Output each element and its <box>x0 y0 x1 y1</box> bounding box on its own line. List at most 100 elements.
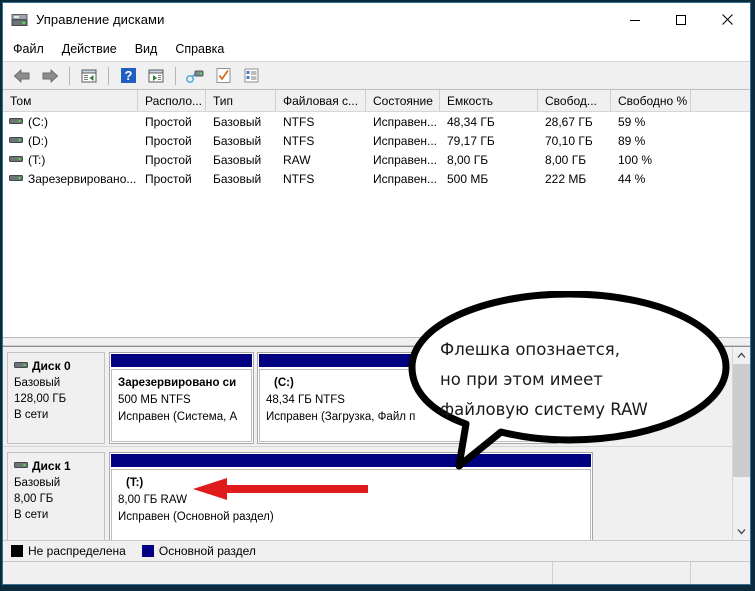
column-header-layout[interactable]: Располо... <box>138 90 206 111</box>
cell-free: 8,00 ГБ <box>545 152 587 167</box>
legend-swatch-unallocated <box>11 545 23 557</box>
column-header-capacity[interactable]: Емкость <box>440 90 538 111</box>
menu-item-view[interactable]: Вид <box>135 40 168 58</box>
status-cell-1 <box>3 562 553 584</box>
status-cell-3 <box>691 562 750 584</box>
partition-details: (T:) 8,00 ГБ RAW Исправен (Основной разд… <box>111 469 591 540</box>
partition-color-bar <box>111 454 591 467</box>
volume-icon <box>9 115 23 129</box>
properties-icon[interactable] <box>210 64 236 87</box>
cell-filesystem: NTFS <box>283 133 315 148</box>
cell-volume-label: (T:) <box>28 152 46 167</box>
partition-status: Исправен (Основной раздел) <box>118 511 274 523</box>
cell-capacity: 79,17 ГБ <box>447 133 495 148</box>
disk-info-0[interactable]: Диск 0 Базовый 128,00 ГБ В сети <box>7 352 105 444</box>
cell-volume-label: (D:) <box>28 133 48 148</box>
column-header-volume[interactable]: Том <box>3 90 138 111</box>
status-cell-2 <box>553 562 691 584</box>
forward-arrow-icon[interactable] <box>37 64 63 87</box>
disk-management-icon <box>11 11 28 28</box>
menu-bar: Файл Действие Вид Справка <box>3 36 750 61</box>
show-hide-console-tree-icon[interactable] <box>143 64 169 87</box>
callout-line-1: Флешка опознается, <box>440 340 620 359</box>
disk-icon <box>14 358 28 374</box>
cell-type: Базовый <box>213 133 262 148</box>
cell-free-percent: 89 % <box>618 133 646 148</box>
table-row[interactable]: (D:) Простой Базовый NTFS Исправен... 79… <box>3 131 750 150</box>
disk-title-0: Диск 0 <box>14 358 98 374</box>
column-header-free[interactable]: Свобод... <box>538 90 611 111</box>
cell-status: Исправен... <box>373 171 438 186</box>
scrollbar-thumb[interactable] <box>733 364 750 477</box>
up-one-level-icon[interactable] <box>76 64 102 87</box>
column-header-status[interactable]: Состояние <box>366 90 440 111</box>
partition-t-drive[interactable]: (T:) 8,00 ГБ RAW Исправен (Основной разд… <box>109 452 593 540</box>
rescan-disks-icon[interactable] <box>182 64 208 87</box>
column-header-filler[interactable] <box>691 90 750 111</box>
cell-filesystem: NTFS <box>283 114 315 129</box>
cell-status: Исправен... <box>373 152 438 167</box>
cell-free: 222 МБ <box>545 171 587 186</box>
cell-type: Базовый <box>213 114 262 129</box>
window-title: Управление дисками <box>36 12 165 27</box>
cell-free: 28,67 ГБ <box>545 114 593 129</box>
disk-type-0: Базовый <box>14 377 61 389</box>
menu-item-file[interactable]: Файл <box>13 40 54 58</box>
cell-free: 70,10 ГБ <box>545 133 593 148</box>
partition-system-reserved[interactable]: Зарезервировано си 500 МБ NTFS Исправен … <box>109 352 254 444</box>
minimize-icon[interactable] <box>612 3 658 36</box>
scrollbar-track[interactable] <box>733 364 750 523</box>
disk-info-1[interactable]: Диск 1 Базовый 8,00 ГБ В сети <box>7 452 105 540</box>
legend-item-unallocated: Не распределена <box>11 544 126 558</box>
cell-free-percent: 59 % <box>618 114 646 129</box>
disk-type-1: Базовый <box>14 477 61 489</box>
cell-status: Исправен... <box>373 133 438 148</box>
cell-layout: Простой <box>145 171 192 186</box>
volume-list-header: Том Располо... Тип Файловая с... Состоян… <box>3 90 750 112</box>
table-row[interactable]: Зарезервировано... Простой Базовый NTFS … <box>3 169 750 188</box>
partition-size-fs: 8,00 ГБ RAW <box>118 494 187 506</box>
cell-capacity: 8,00 ГБ <box>447 152 489 167</box>
cell-free-percent: 100 % <box>618 152 653 167</box>
disk-icon <box>14 458 28 474</box>
window-controls <box>612 3 750 36</box>
column-header-free-percent[interactable]: Свободно % <box>611 90 691 111</box>
cell-volume: (C:) <box>3 115 138 129</box>
menu-item-help[interactable]: Справка <box>175 40 234 58</box>
maximize-icon[interactable] <box>658 3 704 36</box>
disk-status-1: В сети <box>14 509 49 521</box>
disk-status-0: В сети <box>14 409 49 421</box>
disk-title-1: Диск 1 <box>14 458 98 474</box>
disk-partitions-1: (T:) 8,00 ГБ RAW Исправен (Основной разд… <box>105 452 728 540</box>
legend-item-primary-partition: Основной раздел <box>141 544 256 558</box>
cell-type: Базовый <box>213 171 262 186</box>
table-row[interactable]: (C:) Простой Базовый NTFS Исправен... 48… <box>3 112 750 131</box>
volume-list-body: (C:) Простой Базовый NTFS Исправен... 48… <box>3 112 750 336</box>
partition-label: Зарезервировано си <box>118 377 237 389</box>
partition-details: Зарезервировано си 500 МБ NTFS Исправен … <box>111 369 252 442</box>
cell-capacity: 500 МБ <box>447 171 489 186</box>
callout-text: Флешка опознается, но при этом имеет фай… <box>440 335 705 425</box>
volume-icon <box>9 134 23 148</box>
scroll-up-arrow-icon[interactable] <box>733 347 750 364</box>
toolbar-separator <box>69 66 70 85</box>
volume-list-pane: Том Располо... Тип Файловая с... Состоян… <box>3 90 750 337</box>
list-view-icon[interactable] <box>238 64 264 87</box>
cell-layout: Простой <box>145 133 192 148</box>
cell-free-percent: 44 % <box>618 171 646 186</box>
disk-name-1: Диск 1 <box>32 459 71 473</box>
close-icon[interactable] <box>704 3 750 36</box>
legend: Не распределена Основной раздел <box>3 540 750 561</box>
toolbar: ? <box>3 61 750 90</box>
scroll-down-arrow-icon[interactable] <box>733 523 750 540</box>
partition-status: Исправен (Система, А <box>118 411 238 423</box>
graphical-view-scrollbar[interactable] <box>732 347 750 540</box>
table-row[interactable]: (T:) Простой Базовый RAW Исправен... 8,0… <box>3 150 750 169</box>
volume-icon <box>9 172 23 186</box>
menu-item-action[interactable]: Действие <box>62 40 127 58</box>
column-header-type[interactable]: Тип <box>206 90 276 111</box>
back-arrow-icon[interactable] <box>9 64 35 87</box>
help-icon[interactable]: ? <box>115 64 141 87</box>
column-header-filesystem[interactable]: Файловая с... <box>276 90 366 111</box>
disk-row-1[interactable]: Диск 1 Базовый 8,00 ГБ В сети (T:) 8,00 … <box>3 447 732 540</box>
